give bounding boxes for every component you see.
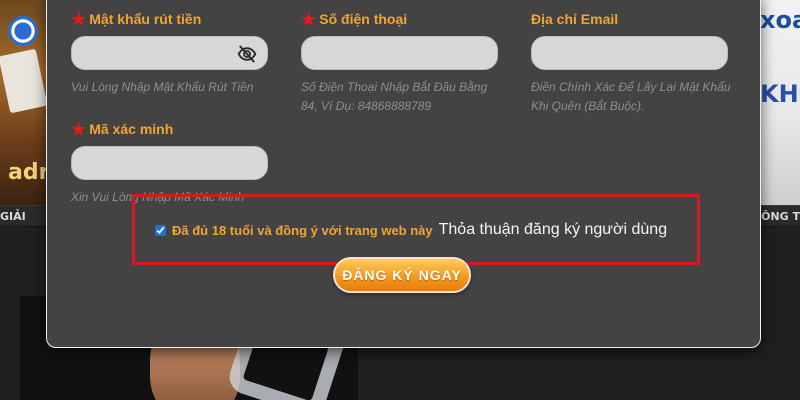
withdraw-password-hint: Vui Lòng Nhập Mật Khẩu Rút Tiền (71, 80, 254, 94)
required-star-icon: ★ (71, 9, 87, 29)
banner-right-text-2: KHÔ (760, 80, 800, 108)
registration-modal: ★ Mật khẩu rút tiền Vui Lòng Nhập Mật Kh… (46, 0, 761, 348)
phone-label: Số điện thoại (319, 11, 408, 27)
required-star-icon: ★ (71, 119, 87, 139)
banner-right-text-1: xoa (760, 6, 800, 34)
captcha-label: Mã xác minh (89, 121, 174, 137)
playing-card-image (0, 48, 48, 114)
nav-item-left[interactable]: GIẢI (0, 210, 26, 223)
email-hint: Điền Chính Xác Để Lấy Lại Mật Khẩu Khi Q… (531, 80, 731, 113)
user-agreement-link[interactable]: Thỏa thuận đăng ký người dùng (439, 221, 667, 239)
background-banner-right: xoa KHÔ (758, 0, 800, 205)
email-input[interactable] (532, 37, 727, 69)
agreement-row: Đã đủ 18 tuổi và đồng ý với trang web nà… (155, 221, 667, 239)
email-field: Địa chỉ Email Điền Chính Xác Để Lấy Lại … (531, 10, 731, 116)
background-banner-left: adr (0, 0, 48, 205)
withdraw-password-label: Mật khẩu rút tiền (89, 11, 202, 27)
eye-slash-icon[interactable] (237, 44, 257, 64)
captcha-input[interactable] (72, 147, 267, 179)
banner-left-text: adr (8, 160, 48, 185)
phone-field: ★ Số điện thoại Số Điện Thoại Nhập Bắt Đ… (301, 10, 501, 116)
email-label: Địa chỉ Email (531, 11, 619, 27)
casino-chip-image (8, 16, 38, 46)
withdraw-password-field: ★ Mật khẩu rút tiền Vui Lòng Nhập Mật Kh… (71, 10, 271, 97)
agreement-highlight-box: Đã đủ 18 tuổi và đồng ý với trang web nà… (132, 194, 700, 265)
phone-input[interactable] (302, 37, 497, 69)
agreement-checkbox[interactable] (155, 224, 166, 236)
required-star-icon: ★ (301, 9, 317, 29)
phone-hint: Số Điện Thoại Nhập Bắt Đầu Bằng 84, Ví D… (301, 80, 488, 113)
register-now-button[interactable]: ĐĂNG KÝ NGAY (333, 257, 471, 293)
agreement-text[interactable]: Đã đủ 18 tuổi và đồng ý với trang web nà… (172, 223, 433, 238)
